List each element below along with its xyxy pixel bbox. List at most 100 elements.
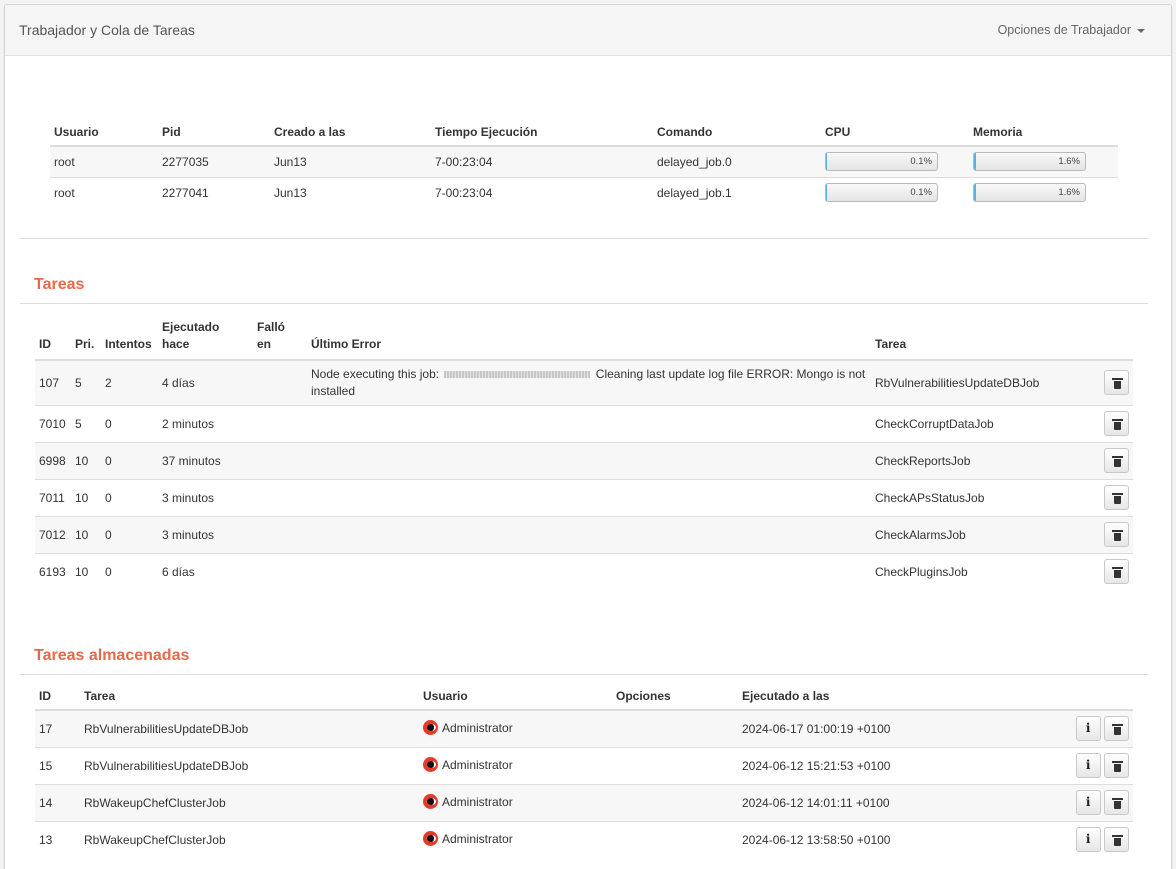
worker-runtime: 7-00:23:04 [435, 154, 493, 169]
task-last-error: Node executing this job: Cleaning last u… [307, 360, 871, 405]
task-id: 7010 [39, 416, 66, 431]
worker-row: root 2277041 Jun13 7-00:23:04 delayed_jo… [50, 177, 1118, 208]
task-executed: 3 minutos [162, 527, 215, 542]
col-attempts: Intentos [105, 337, 152, 351]
stored-tasks-table: ID Tarea Usuario Opciones Ejecutado a la… [35, 688, 1133, 858]
delete-task-button[interactable] [1104, 559, 1129, 585]
worker-command: delayed_job.1 [657, 185, 732, 200]
info-button[interactable]: i [1075, 716, 1101, 742]
stored-task-name: RbVulnerabilitiesUpdateDBJob [84, 721, 249, 736]
delete-stored-task-button[interactable] [1104, 716, 1129, 742]
stored-task-name: RbVulnerabilitiesUpdateDBJob [84, 758, 249, 773]
stored-task-row: 17 RbVulnerabilitiesUpdateDBJob Administ… [35, 710, 1133, 747]
col-cpu: CPU [825, 125, 851, 139]
cpu-progress-label: 0.1% [910, 187, 932, 199]
divider [20, 674, 1148, 675]
delete-stored-task-button[interactable] [1104, 827, 1129, 853]
page-title: Trabajador y Cola de Tareas [19, 22, 195, 38]
cpu-progress-bar: 0.1% [825, 152, 938, 172]
worker-created: Jun13 [274, 154, 307, 169]
task-priority: 5 [75, 375, 82, 390]
delete-task-button[interactable] [1104, 485, 1129, 510]
cpu-progress-bar: 0.1% [825, 183, 938, 203]
task-row: 6998 10 0 37 minutos CheckReportsJob [35, 442, 1133, 479]
task-name: RbVulnerabilitiesUpdateDBJob [875, 375, 1040, 390]
info-icon: i [1085, 721, 1091, 736]
trash-icon [1112, 761, 1123, 772]
task-last-error [307, 405, 871, 442]
task-row: 107 5 2 4 días Node executing this job: … [35, 360, 1133, 405]
info-icon: i [1085, 758, 1091, 772]
divider [20, 238, 1148, 239]
stored-task-executed-at: 2024-06-12 13:58:50 +0100 [742, 832, 891, 847]
cpu-progress-label: 0.1% [910, 156, 932, 168]
trash-icon [1112, 798, 1123, 809]
stored-task-id: 15 [39, 758, 53, 773]
task-id: 107 [39, 375, 60, 390]
memory-progress-bar: 1.6% [973, 152, 1086, 172]
user-avatar-icon [423, 794, 438, 810]
tasks-header-row: ID Pri. Intentos Ejecutado hace Falló en Ú… [35, 319, 1133, 360]
tasks-section-title: Tareas [34, 276, 85, 293]
delete-task-button[interactable] [1104, 448, 1129, 473]
task-executed: 3 minutos [162, 490, 215, 505]
task-attempts: 0 [105, 564, 112, 579]
task-attempts: 0 [105, 490, 112, 505]
stored-tasks-section-title: Tareas almacenadas [34, 647, 190, 664]
delete-stored-task-button[interactable] [1104, 790, 1129, 815]
task-failed [253, 479, 307, 516]
task-failed [253, 516, 307, 553]
user-avatar-icon [423, 831, 438, 847]
delete-task-button[interactable] [1104, 411, 1129, 436]
task-priority: 10 [75, 490, 89, 505]
col-user: Usuario [54, 125, 99, 139]
col-runtime: Tiempo Ejecución [435, 125, 538, 139]
stored-task-options [612, 821, 738, 858]
task-priority: 10 [75, 453, 89, 468]
task-failed [253, 553, 307, 590]
stored-task-id: 17 [39, 721, 53, 736]
stored-task-row: 13 RbWakeupChefClusterJob Administrator … [35, 821, 1133, 858]
col-id: ID [39, 689, 51, 703]
delete-task-button[interactable] [1104, 370, 1129, 396]
memory-progress-bar: 1.6% [973, 183, 1086, 203]
info-icon: i [1085, 795, 1091, 809]
delete-stored-task-button[interactable] [1104, 753, 1129, 778]
stored-task-id: 14 [39, 795, 53, 810]
stored-task-executed-at: 2024-06-12 14:01:11 +0100 [742, 795, 890, 810]
col-executed: Ejecutado hace [162, 320, 220, 351]
task-last-error [307, 442, 871, 479]
col-last-error: Último Error [311, 337, 382, 351]
task-executed: 4 días [162, 375, 195, 390]
task-priority: 10 [75, 527, 89, 542]
workers-header-row: Usuario Pid Creado a las Tiempo Ejecució… [50, 121, 1118, 146]
task-error-prefix: Node executing this job: [311, 366, 440, 381]
task-last-error [307, 479, 871, 516]
task-priority: 5 [75, 416, 82, 431]
stored-task-options [612, 747, 738, 784]
task-attempts: 0 [105, 453, 112, 468]
info-button[interactable]: i [1075, 790, 1101, 815]
task-name: CheckAlarmsJob [875, 527, 966, 542]
info-button[interactable]: i [1075, 827, 1101, 853]
delete-task-button[interactable] [1104, 522, 1129, 547]
memory-progress-fill [974, 153, 976, 171]
tasks-table: ID Pri. Intentos Ejecutado hace Falló en Ú… [35, 319, 1133, 590]
worker-user: root [54, 154, 75, 169]
col-failed: Falló en [257, 320, 286, 351]
user-avatar-icon [423, 720, 438, 736]
divider [20, 303, 1148, 304]
task-attempts: 2 [105, 375, 112, 390]
info-icon: i [1085, 832, 1091, 847]
worker-options-dropdown[interactable]: Opciones de Trabajador [998, 23, 1145, 37]
stored-task-user: Administrator [442, 757, 513, 772]
task-id: 7011 [39, 490, 65, 505]
worker-created: Jun13 [274, 185, 307, 200]
worker-pid: 2277041 [162, 185, 209, 200]
info-button[interactable]: i [1075, 753, 1101, 778]
task-executed: 37 minutos [162, 453, 221, 468]
task-id: 6193 [39, 564, 66, 579]
trash-icon [1112, 567, 1123, 579]
trash-icon [1112, 724, 1123, 736]
stored-header-row: ID Tarea Usuario Opciones Ejecutado a la… [35, 688, 1133, 710]
